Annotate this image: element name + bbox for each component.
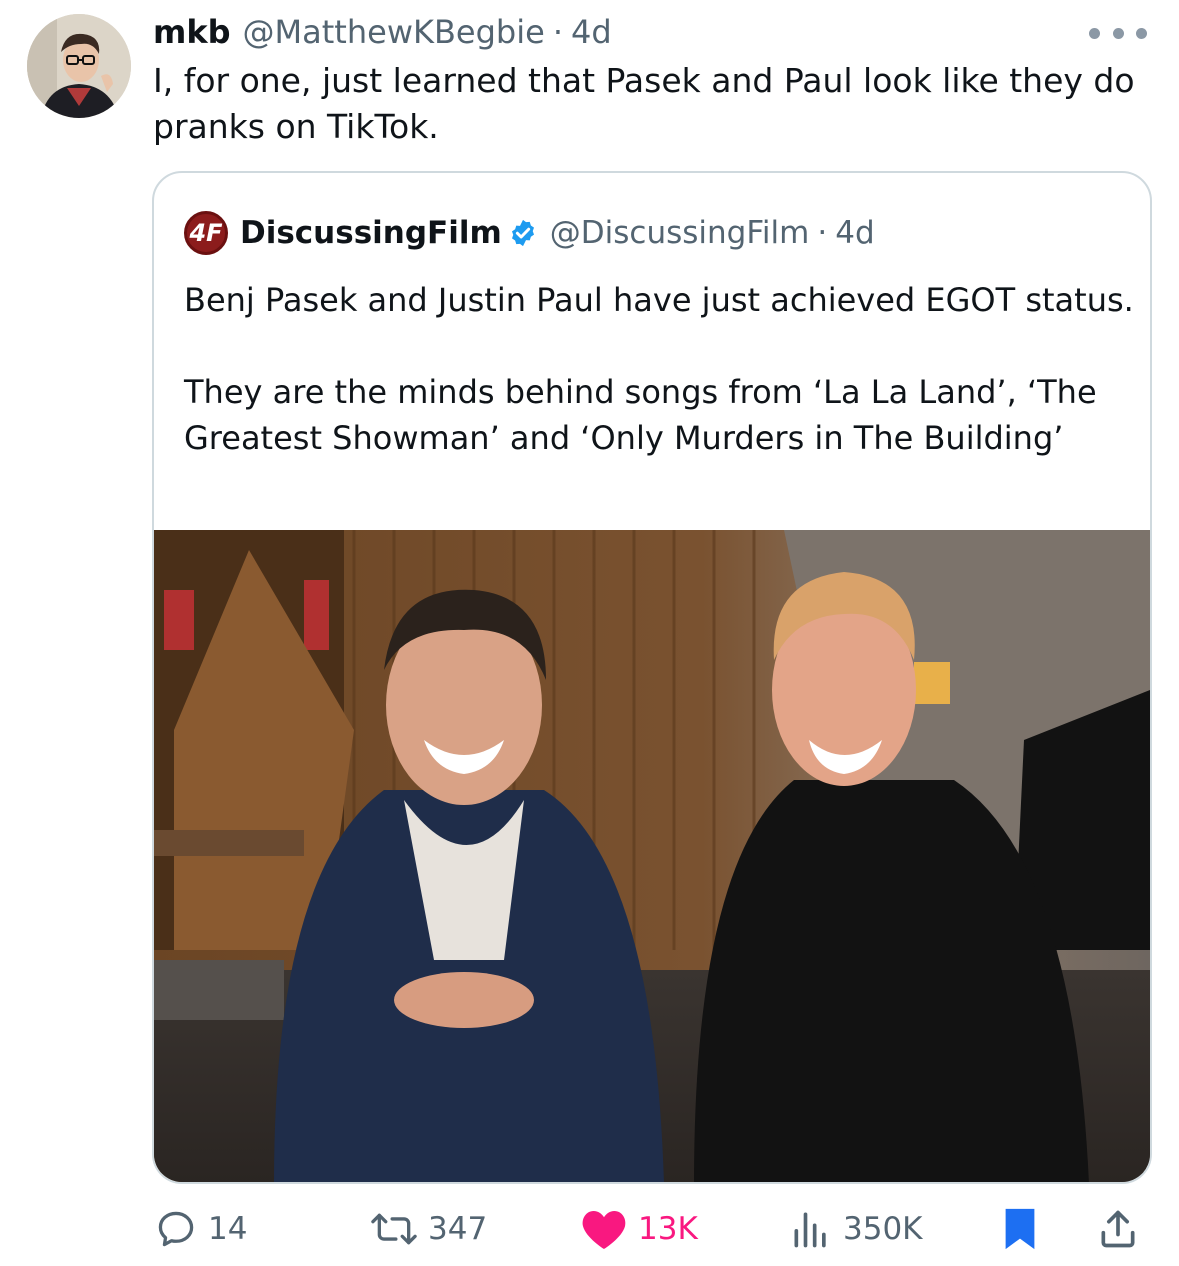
author-handle[interactable]: @MatthewKBegbie — [243, 13, 545, 51]
repost-button[interactable]: 347 — [370, 1204, 487, 1254]
quoted-tweet-age: 4d — [835, 215, 875, 251]
view-count: 350K — [843, 1211, 923, 1247]
reply-count: 14 — [208, 1211, 248, 1247]
quoted-meta-separator: · — [817, 215, 828, 251]
reply-button[interactable]: 14 — [154, 1204, 247, 1254]
share-upload-icon — [1101, 1210, 1135, 1248]
views-button[interactable]: 350K — [789, 1204, 923, 1254]
repost-count: 347 — [428, 1211, 488, 1247]
reply-bubble-icon — [158, 1211, 194, 1247]
quoted-tweet-photo[interactable] — [154, 530, 1150, 1182]
meta-separator: · — [552, 13, 563, 51]
tweet-text: I, for one, just learned that Pasek and … — [153, 61, 1135, 146]
share-button[interactable] — [1096, 1204, 1150, 1254]
tweet-header: mkb @MatthewKBegbie · 4d — [153, 10, 612, 54]
quoted-tweet-text: Benj Pasek and Justin Paul have just ach… — [184, 281, 1134, 457]
photo-two-men-smiling — [154, 530, 1150, 1182]
heart-icon — [582, 1211, 626, 1249]
repost-arrows-icon — [371, 1213, 417, 1245]
tweet-age[interactable]: 4d — [571, 13, 612, 51]
action-bar: 14 347 13K 350K — [0, 1196, 1179, 1262]
verified-badge-icon — [511, 219, 534, 247]
more-dots-icon[interactable] — [1089, 20, 1147, 46]
quoted-author-logo: 4F — [184, 211, 228, 255]
author-display-name[interactable]: mkb — [153, 13, 231, 51]
author-avatar[interactable] — [27, 14, 131, 118]
quoted-author-handle: @DiscussingFilm — [549, 215, 810, 251]
like-button[interactable]: 13K — [580, 1204, 698, 1254]
like-count: 13K — [638, 1211, 698, 1247]
quoted-tweet-header: 4F DiscussingFilm @DiscussingFilm · 4d — [184, 209, 875, 257]
views-bar-chart-icon — [794, 1212, 826, 1248]
bookmark-button[interactable] — [1002, 1204, 1048, 1254]
bookmark-icon — [1005, 1208, 1035, 1250]
quoted-author-display-name: DiscussingFilm — [240, 215, 502, 251]
avatar-photo — [27, 14, 131, 118]
quoted-tweet-card[interactable]: 4F DiscussingFilm @DiscussingFilm · 4d B… — [152, 171, 1152, 1184]
